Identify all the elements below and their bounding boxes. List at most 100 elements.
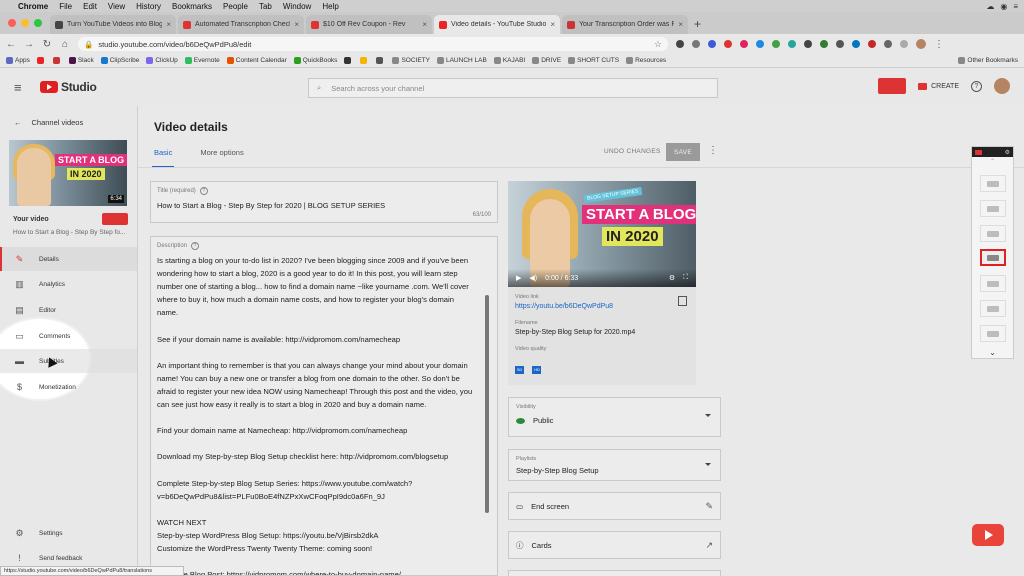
- minimize-window-icon[interactable]: [21, 19, 29, 27]
- video-thumbnail[interactable]: START A BLOG IN 2020 6:34: [9, 140, 127, 206]
- browser-tab[interactable]: $10 Off Rev Coupon - Rev ×: [306, 15, 432, 34]
- bookmark-folder-kajabi[interactable]: KAJABI: [493, 57, 525, 64]
- bookmark-slack[interactable]: Slack: [68, 57, 94, 64]
- title-field[interactable]: Title (required) ? How to Start a Blog -…: [150, 181, 498, 223]
- chrome-menu-icon[interactable]: ⋮: [934, 39, 944, 50]
- tab-more-options[interactable]: More options: [200, 148, 243, 168]
- bookmark-evernote[interactable]: Evernote: [184, 57, 220, 64]
- extension-icon[interactable]: [868, 40, 876, 48]
- sidebar-item-details[interactable]: ✎ Details: [0, 247, 137, 271]
- sidebar-item-subtitles[interactable]: ▬ Subtitles: [0, 349, 137, 373]
- panel-item-selected[interactable]: [980, 249, 1006, 266]
- back-arrow-icon[interactable]: ←: [6, 39, 16, 50]
- menu-icon[interactable]: ≡: [1013, 2, 1018, 11]
- help-icon[interactable]: ?: [199, 187, 208, 195]
- playlists-select[interactable]: Playlists Step-by-Step Blog Setup: [508, 449, 721, 481]
- panel-item[interactable]: [980, 275, 1006, 292]
- home-icon[interactable]: ⌂: [60, 39, 70, 50]
- account-avatar[interactable]: [994, 78, 1010, 94]
- bookmark-extra[interactable]: [360, 57, 369, 64]
- cards-button[interactable]: ⓘ Cards ↗: [508, 531, 721, 559]
- sidebar-item-monetization[interactable]: $ Monetization: [0, 375, 137, 399]
- bookmark-youtube[interactable]: [36, 57, 46, 64]
- close-window-icon[interactable]: [8, 19, 16, 27]
- menu-window[interactable]: Window: [283, 2, 311, 11]
- extension-icon[interactable]: [836, 40, 844, 48]
- bookmark-folder-short-cuts[interactable]: SHORT CUTS: [568, 57, 619, 64]
- channel-videos-back[interactable]: ← Channel videos: [14, 118, 83, 127]
- tab-basic[interactable]: Basic: [151, 148, 175, 168]
- sidebar-item-settings[interactable]: ⚙ Settings: [0, 521, 137, 545]
- channel-switcher-button[interactable]: [878, 78, 907, 94]
- view-on-youtube-button[interactable]: [102, 213, 128, 225]
- bookmark-folder-resources[interactable]: Resources: [626, 57, 666, 64]
- extension-icon[interactable]: [692, 40, 700, 48]
- visibility-select[interactable]: Visibility Public: [508, 397, 721, 437]
- new-tab-icon[interactable]: +: [690, 17, 707, 34]
- bookmark-clipscribe[interactable]: ClipScribe: [100, 57, 139, 64]
- menu-file[interactable]: File: [59, 2, 72, 11]
- channel-search-input[interactable]: ⌕ Search across your channel: [308, 78, 718, 98]
- menu-history[interactable]: History: [136, 2, 161, 11]
- other-bookmarks[interactable]: Other Bookmarks: [958, 57, 1018, 64]
- chevron-up-icon[interactable]: ⌃: [972, 158, 1013, 165]
- menu-view[interactable]: View: [108, 2, 125, 11]
- menu-chrome[interactable]: Chrome: [18, 2, 48, 11]
- chevron-down-icon[interactable]: ⌄: [972, 348, 1013, 357]
- bookmark-folder-launch-lab[interactable]: LAUNCH LAB: [436, 57, 487, 64]
- bookmark-extra[interactable]: [344, 57, 353, 64]
- extension-icon[interactable]: [772, 40, 780, 48]
- extension-icon[interactable]: [788, 40, 796, 48]
- bookmark-gmail[interactable]: [52, 57, 62, 64]
- settings-gear-icon[interactable]: ⚙: [1005, 149, 1010, 156]
- menu-tab[interactable]: Tab: [259, 2, 272, 11]
- help-icon[interactable]: ?: [971, 80, 982, 92]
- cloud-icon[interactable]: ☁: [986, 2, 994, 11]
- hamburger-menu-icon[interactable]: ≡: [14, 80, 28, 95]
- menu-edit[interactable]: Edit: [83, 2, 97, 11]
- bookmark-folder-drive[interactable]: DRIVE: [532, 57, 561, 64]
- close-tab-icon[interactable]: ×: [422, 20, 427, 29]
- close-tab-icon[interactable]: ×: [678, 20, 683, 29]
- extension-icon[interactable]: [724, 40, 732, 48]
- bookmark-clickup[interactable]: ClickUp: [146, 57, 178, 64]
- panel-item[interactable]: [980, 300, 1006, 317]
- bookmark-folder-society[interactable]: SOCIETY: [392, 57, 430, 64]
- panel-item[interactable]: [980, 175, 1006, 192]
- more-options-kebab-icon[interactable]: ⋮: [708, 145, 718, 156]
- extension-icon[interactable]: [820, 40, 828, 48]
- description-scrollbar[interactable]: [485, 295, 489, 513]
- description-field[interactable]: Description ? Is starting a blog on your…: [150, 236, 498, 576]
- bookmark-quickbooks[interactable]: QuickBooks: [293, 57, 337, 64]
- settings-gear-icon[interactable]: ⚙: [669, 274, 675, 282]
- menu-help[interactable]: Help: [322, 2, 338, 11]
- extension-icon[interactable]: [900, 40, 908, 48]
- star-icon[interactable]: ☆: [654, 39, 662, 50]
- record-icon[interactable]: [975, 149, 982, 155]
- save-button[interactable]: SAVE: [666, 143, 700, 161]
- sidebar-item-comments[interactable]: ▭ Comments: [0, 324, 137, 348]
- maximize-window-icon[interactable]: [34, 19, 42, 27]
- reload-icon[interactable]: ↻: [42, 39, 52, 50]
- volume-icon[interactable]: ◀): [529, 274, 537, 282]
- browser-tab-active[interactable]: Video details - YouTube Studio ×: [434, 15, 560, 34]
- wifi-icon[interactable]: ◉: [1000, 2, 1007, 11]
- extension-icon[interactable]: [756, 40, 764, 48]
- close-tab-icon[interactable]: ×: [166, 20, 171, 29]
- undo-changes-button[interactable]: UNDO CHANGES: [604, 148, 661, 155]
- profile-avatar-icon[interactable]: [916, 39, 926, 49]
- bookmark-apps[interactable]: Apps: [6, 57, 30, 64]
- copy-icon[interactable]: [678, 296, 687, 306]
- bookmark-extra[interactable]: [376, 57, 385, 64]
- end-screen-button[interactable]: ▭ End screen ✎: [508, 492, 721, 520]
- menu-bookmarks[interactable]: Bookmarks: [172, 2, 212, 11]
- panel-item[interactable]: [980, 325, 1006, 342]
- help-icon[interactable]: ?: [191, 242, 200, 250]
- extension-icon[interactable]: [852, 40, 860, 48]
- youtube-studio-logo[interactable]: Studio: [40, 80, 97, 94]
- forward-arrow-icon[interactable]: →: [24, 39, 34, 50]
- close-tab-icon[interactable]: ×: [294, 20, 299, 29]
- extension-icon[interactable]: [884, 40, 892, 48]
- extension-icon[interactable]: [708, 40, 716, 48]
- extension-icon[interactable]: [676, 40, 684, 48]
